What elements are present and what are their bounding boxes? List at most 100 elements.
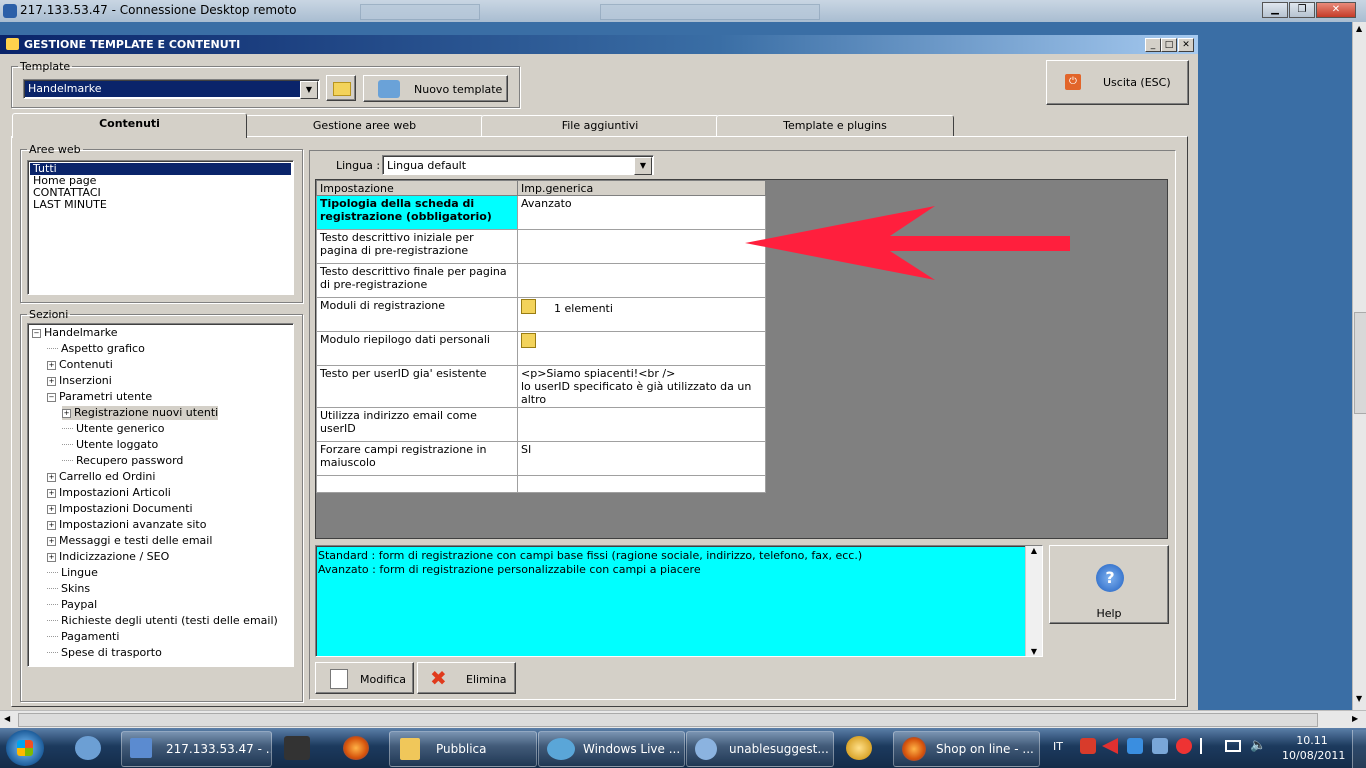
scroll-down-icon[interactable]: ▼	[1026, 647, 1042, 656]
volume-icon[interactable]: 🔈	[1250, 738, 1266, 754]
tray-security-icon[interactable]	[1176, 738, 1192, 754]
taskbar-item-unablesuggest[interactable]: unablesuggest...	[686, 731, 834, 767]
value-cell[interactable]: SI	[517, 441, 766, 476]
tab-file-aggiuntivi[interactable]: File aggiuntivi	[481, 115, 719, 137]
taskbar-item-rdp[interactable]: 217.133.53.47 - ...	[121, 731, 272, 767]
tray-network-icon[interactable]	[1152, 738, 1168, 754]
tree-node[interactable]: + Impostazioni Documenti	[47, 502, 193, 516]
close-button[interactable]: ✕	[1316, 2, 1356, 18]
setting-cell[interactable]: Testo per userID gia' esistente	[316, 365, 518, 408]
tray-red-icon[interactable]	[1080, 738, 1096, 754]
new-template-button[interactable]: Nuovo template	[363, 75, 508, 102]
tray-shield-icon[interactable]	[1127, 738, 1143, 754]
empty-row[interactable]	[316, 475, 766, 493]
value-cell[interactable]	[517, 331, 766, 366]
tab-contenuti[interactable]: Contenuti	[12, 113, 247, 138]
app-close-button[interactable]: ✕	[1178, 38, 1194, 52]
start-button[interactable]	[6, 730, 44, 766]
value-cell[interactable]	[517, 407, 766, 442]
tree-node[interactable]: + Registrazione nuovi utenti	[62, 406, 219, 420]
tree-node[interactable]: + Carrello ed Ordini	[47, 470, 155, 484]
template-select[interactable]: Handelmarke ▼	[23, 79, 320, 99]
setting-cell[interactable]: Testo descrittivo iniziale per pagina di…	[316, 229, 518, 264]
setting-cell[interactable]: Modulo riepilogo dati personali	[316, 331, 518, 366]
tree-node[interactable]: + Impostazioni avanzate sito	[47, 518, 206, 532]
setting-cell[interactable]: Tipologia della scheda di registrazione …	[316, 195, 518, 230]
web-area-item[interactable]: LAST MINUTE	[30, 199, 291, 211]
setting-cell[interactable]: Moduli di registrazione	[316, 297, 518, 332]
value-cell[interactable]: <p>Siamo spiacenti!<br /> lo userID speci…	[517, 365, 766, 408]
setting-cell[interactable]: Utilizza indirizzo email come userID	[316, 407, 518, 442]
language-indicator[interactable]: IT	[1053, 740, 1063, 753]
expand-icon[interactable]: +	[47, 473, 56, 482]
table-row[interactable]: Tipologia della scheda di registrazione …	[316, 195, 766, 230]
expand-icon[interactable]: +	[47, 537, 56, 546]
horizontal-scrollbar[interactable]: ◀ ▶	[0, 710, 1366, 728]
app-maximize-button[interactable]: □	[1161, 38, 1177, 52]
expand-icon[interactable]: +	[62, 409, 71, 418]
taskbar-item-pubblica[interactable]: Pubblica	[389, 731, 537, 767]
tree-node[interactable]: Pagamenti	[47, 630, 119, 644]
setting-cell[interactable]: Testo descrittivo finale per pagina di p…	[316, 263, 518, 298]
scroll-thumb[interactable]	[1354, 312, 1366, 414]
expand-icon[interactable]: +	[47, 505, 56, 514]
outlook-icon[interactable]	[75, 736, 101, 760]
tree-node[interactable]: Lingue	[47, 566, 98, 580]
expand-icon[interactable]: +	[47, 521, 56, 530]
tree-node[interactable]: + Contenuti	[47, 358, 113, 372]
modify-button[interactable]: Modifica	[315, 662, 414, 694]
scroll-up-icon[interactable]: ▲	[1026, 546, 1042, 555]
table-row[interactable]: Utilizza indirizzo email come userID	[316, 407, 766, 442]
camera-icon[interactable]	[284, 736, 310, 760]
scroll-down-icon[interactable]: ▼	[1356, 694, 1362, 703]
tree-node[interactable]: + Messaggi e testi delle email	[47, 534, 212, 548]
table-row[interactable]: Testo per userID gia' esistente <p>Siamo …	[316, 365, 766, 408]
tree-node[interactable]: Spese di trasporto	[47, 646, 162, 660]
tree-node[interactable]: + Inserzioni	[47, 374, 112, 388]
tab-gestione-aree-web[interactable]: Gestione aree web	[245, 115, 484, 137]
scroll-left-icon[interactable]: ◀	[4, 714, 10, 723]
show-desktop-button[interactable]	[1352, 730, 1366, 768]
table-row[interactable]: Modulo riepilogo dati personali	[316, 331, 766, 366]
tree-node[interactable]: Utente generico	[62, 422, 165, 436]
expand-icon[interactable]: +	[47, 489, 56, 498]
app-minimize-button[interactable]: _	[1145, 38, 1161, 52]
exit-button[interactable]: ⏻ Uscita (ESC)	[1046, 60, 1189, 105]
open-folder-button[interactable]	[326, 75, 356, 101]
expand-icon[interactable]: +	[47, 361, 56, 370]
scroll-up-icon[interactable]: ▲	[1356, 24, 1362, 33]
tree-node[interactable]: Recupero password	[62, 454, 183, 468]
minimize-button[interactable]: ▁	[1262, 2, 1288, 18]
sections-tree[interactable]: − Handelmarke Aspetto grafico + Contenuti + In…	[27, 323, 294, 667]
tree-node[interactable]: Richieste degli utenti (testi delle emai…	[47, 614, 278, 628]
tree-node[interactable]: − Parametri utente	[47, 390, 152, 404]
vertical-scrollbar[interactable]: ▲ ▼	[1352, 22, 1366, 710]
value-cell[interactable]: Avanzato	[517, 195, 766, 230]
grid-header-setting[interactable]: Impostazione	[316, 180, 518, 196]
scroll-right-icon[interactable]: ▶	[1352, 714, 1358, 723]
value-cell[interactable]	[517, 263, 766, 298]
tree-node[interactable]: Aspetto grafico	[47, 342, 145, 356]
taskbar-item-windows-live[interactable]: Windows Live ...	[538, 731, 685, 767]
restore-button[interactable]: ❐	[1289, 2, 1315, 18]
help-button[interactable]: ? Help	[1049, 545, 1169, 624]
tree-node[interactable]: + Indicizzazione / SEO	[47, 550, 169, 564]
folder-icon[interactable]	[521, 299, 536, 314]
setting-cell[interactable]: Forzare campi registrazione in maiuscolo	[316, 441, 518, 476]
table-row[interactable]: Moduli di registrazione 1 elementi	[316, 297, 766, 332]
language-select[interactable]: Lingua default ▼	[382, 155, 654, 175]
collapse-icon[interactable]: −	[47, 393, 56, 402]
chevron-down-icon[interactable]: ▼	[634, 157, 652, 175]
tray-monitor-icon[interactable]	[1225, 740, 1241, 752]
tree-node[interactable]: + Impostazioni Articoli	[47, 486, 171, 500]
tree-node[interactable]: − Handelmarke	[32, 326, 118, 340]
setting-cell[interactable]	[316, 475, 518, 493]
web-areas-list[interactable]: Tutti Home page CONTATTACI LAST MINUTE	[27, 160, 294, 295]
taskbar-item-shop-online[interactable]: Shop on line - ...	[893, 731, 1040, 767]
tree-node[interactable]: Skins	[47, 582, 90, 596]
value-cell[interactable]	[517, 229, 766, 264]
action-center-flag-icon[interactable]	[1200, 738, 1214, 754]
tree-node[interactable]: Utente loggato	[62, 438, 158, 452]
grid-header-value[interactable]: Imp.generica	[517, 180, 766, 196]
table-row[interactable]: Forzare campi registrazione in maiuscolo…	[316, 441, 766, 476]
